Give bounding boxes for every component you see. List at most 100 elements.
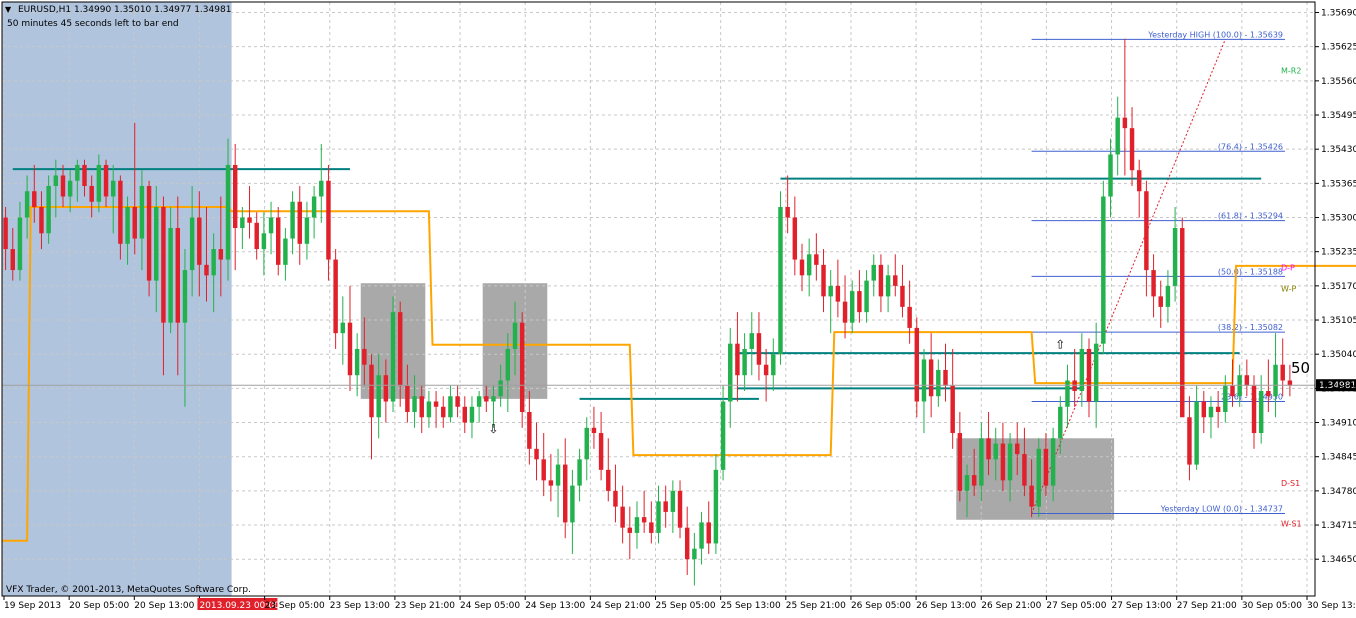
x-tick-label: 23 Sep 13:00 xyxy=(330,601,390,611)
fib-level-label: (76.4) - 1.35426 xyxy=(1218,142,1283,151)
x-tick-label: 19 Sep 2013 xyxy=(4,601,61,611)
candle-body xyxy=(606,469,611,491)
candle-body xyxy=(957,433,963,491)
y-tick-label: 1.35170 xyxy=(1321,282,1356,292)
x-tick-label: 25 Sep 13:00 xyxy=(721,601,781,611)
candle-body xyxy=(928,359,934,397)
candle-body xyxy=(455,396,460,407)
candle-body xyxy=(1230,385,1235,397)
candle-body xyxy=(749,333,754,349)
candle-body xyxy=(24,191,30,218)
candle-body xyxy=(735,343,740,376)
candle-body xyxy=(89,185,94,202)
candle-body xyxy=(326,180,331,260)
candle-body xyxy=(577,459,582,486)
candle-body xyxy=(397,312,403,386)
candle-body xyxy=(103,164,109,197)
candle-body xyxy=(1180,228,1185,418)
candle-body xyxy=(354,348,360,376)
candle-body xyxy=(512,322,518,349)
candle-body xyxy=(276,217,281,265)
candle-body xyxy=(641,517,647,523)
candle-body xyxy=(1029,485,1034,507)
y-tick-label: 1.34975 xyxy=(1321,384,1356,394)
candle-body xyxy=(39,207,44,234)
candle-body xyxy=(1208,406,1214,418)
x-tick-label: 23 Sep 21:00 xyxy=(395,601,455,611)
candle-body xyxy=(154,207,159,281)
candle-body xyxy=(1122,117,1128,129)
y-tick-label: 1.34910 xyxy=(1321,419,1356,429)
fib-level-label: (50.0) - 1.35188 xyxy=(1218,267,1283,276)
x-tick-label: 24 Sep 13:00 xyxy=(525,601,585,611)
symbol-ohlc-header: EURUSD,H1 1.34990 1.35010 1.34977 1.3498… xyxy=(18,5,231,15)
candle-body xyxy=(1058,406,1063,439)
candle-body xyxy=(871,264,876,281)
candle-body xyxy=(491,396,496,402)
candle-body xyxy=(1108,154,1113,197)
candle-body xyxy=(1172,228,1178,286)
candle-body xyxy=(261,233,267,250)
x-tick-label: 30 Sep 13:00 xyxy=(1307,601,1356,611)
y-tick-label: 1.35300 xyxy=(1321,214,1356,224)
pivot-label: D-P xyxy=(1281,263,1295,272)
x-tick-label: 27 Sep 05:00 xyxy=(1046,601,1106,611)
candle-body xyxy=(907,306,912,328)
candle-body xyxy=(240,217,245,229)
candle-body xyxy=(627,527,633,533)
candle-body xyxy=(67,180,73,197)
x-tick-label: 27 Sep 21:00 xyxy=(1177,601,1237,611)
candle-body xyxy=(383,375,389,402)
candle-body xyxy=(893,275,898,286)
candle-body xyxy=(46,185,51,234)
candle-body xyxy=(534,448,539,460)
candle-body xyxy=(319,180,324,197)
candle-body xyxy=(1101,196,1106,344)
candle-body xyxy=(756,333,762,365)
candle-body xyxy=(663,501,668,512)
price-chart[interactable]: Yesterday HIGH (100.0) - 1.35639 (76.4) -… xyxy=(0,0,1356,614)
candle-body xyxy=(1115,117,1120,155)
candle-body xyxy=(1065,380,1070,407)
y-tick-label: 1.35235 xyxy=(1321,248,1356,258)
candle-body xyxy=(620,506,625,528)
chart-window[interactable]: Yesterday HIGH (100.0) - 1.35639 (76.4) -… xyxy=(0,0,1356,614)
candle-body xyxy=(146,185,152,281)
candle-body xyxy=(1144,191,1149,271)
y-tick-label: 1.34650 xyxy=(1321,555,1356,565)
candle-body xyxy=(1194,401,1199,465)
candle-body xyxy=(204,264,209,276)
candle-body xyxy=(785,207,790,218)
candle-body xyxy=(548,480,554,486)
candle-body xyxy=(921,359,927,402)
candle-body xyxy=(1136,170,1142,192)
candle-body xyxy=(362,348,367,365)
candle-body xyxy=(677,490,683,528)
candle-body xyxy=(254,222,259,250)
fib-level-label: Yesterday HIGH (100.0) - 1.35639 xyxy=(1147,30,1283,39)
candle-body xyxy=(161,207,166,323)
candle-body xyxy=(211,249,216,276)
candle-body xyxy=(1215,406,1221,413)
candle-body xyxy=(448,396,453,418)
candle-body xyxy=(218,249,224,260)
x-tick-label: 20 Sep 05:00 xyxy=(69,601,129,611)
candle-body xyxy=(584,427,589,460)
candle-body xyxy=(1266,390,1271,397)
candle-body xyxy=(297,201,302,244)
candle-body xyxy=(419,396,424,418)
candle-body xyxy=(986,438,991,460)
candle-body xyxy=(1151,270,1156,297)
x-tick-label: 25 Sep 05:00 xyxy=(656,601,716,611)
candle-body xyxy=(570,485,575,523)
fib-level-label: (38.2) - 1.35082 xyxy=(1218,323,1283,332)
candle-body xyxy=(462,406,468,423)
candle-body xyxy=(713,469,719,544)
candle-body xyxy=(849,291,855,323)
candle-body xyxy=(1072,380,1077,391)
candle-body xyxy=(720,401,726,470)
candle-body xyxy=(519,322,525,413)
candle-body xyxy=(433,401,439,407)
candle-body xyxy=(1036,448,1041,507)
candle-body xyxy=(405,385,410,413)
